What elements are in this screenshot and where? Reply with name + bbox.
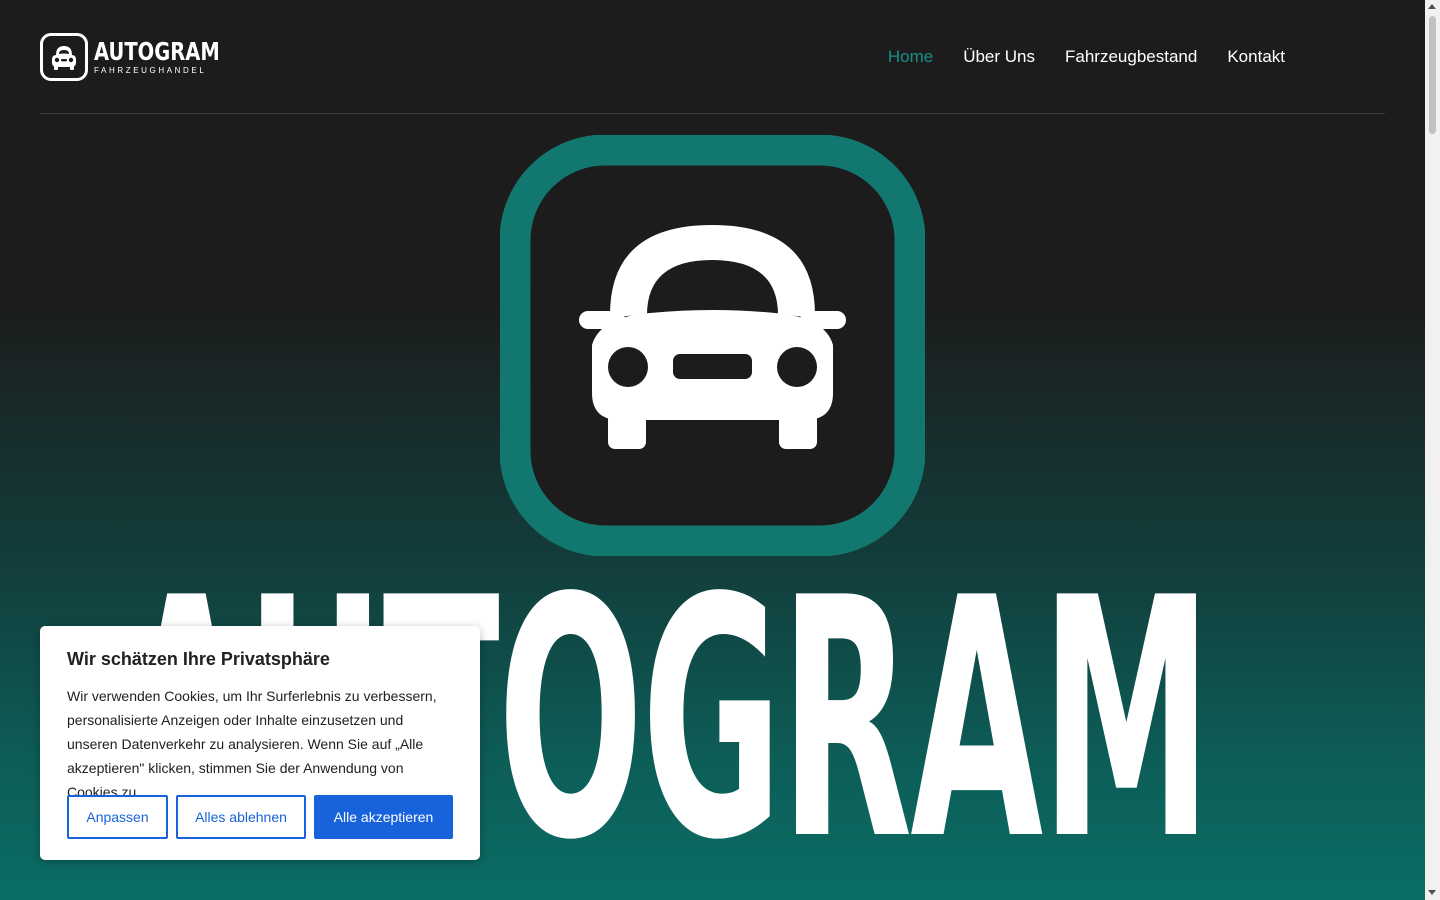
nav-home[interactable]: Home [888, 46, 933, 68]
scroll-up-arrow-icon[interactable] [1428, 4, 1436, 9]
nav-kontakt[interactable]: Kontakt [1227, 46, 1285, 68]
nav-fahrzeugbestand[interactable]: Fahrzeugbestand [1065, 46, 1197, 68]
main-nav: Home Über Uns Fahrzeugbestand Kontakt [888, 46, 1285, 68]
hero-car-icon [499, 134, 926, 557]
vertical-scrollbar[interactable] [1425, 0, 1440, 900]
reject-all-button[interactable]: Alles ablehnen [176, 795, 306, 839]
cookie-title: Wir schätzen Ihre Privatsphäre [67, 649, 330, 669]
logo-wordmark: AUTOGRAM [94, 36, 220, 66]
car-logo-icon [40, 32, 88, 81]
customize-button[interactable]: Anpassen [67, 795, 168, 839]
site-logo[interactable]: AUTOGRAM FAHRZEUGHANDEL [40, 30, 255, 83]
cookie-button-group: Anpassen Alles ablehnen Alle akzeptieren [67, 795, 453, 839]
page: AUTOGRAM FAHRZEUGHANDEL Home Über Uns Fa… [0, 0, 1425, 900]
cookie-description: Wir verwenden Cookies, um Ihr Surferlebn… [67, 688, 437, 800]
site-header: AUTOGRAM FAHRZEUGHANDEL Home Über Uns Fa… [40, 0, 1385, 114]
nav-ueber-uns[interactable]: Über Uns [963, 46, 1035, 68]
logo-tagline: FAHRZEUGHANDEL [94, 65, 207, 75]
scroll-down-arrow-icon[interactable] [1428, 890, 1436, 895]
cookie-consent-banner: Wir schätzen Ihre Privatsphäre Wir verwe… [40, 626, 480, 860]
scrollbar-thumb[interactable] [1429, 16, 1436, 134]
accept-all-button[interactable]: Alle akzeptieren [314, 795, 453, 839]
